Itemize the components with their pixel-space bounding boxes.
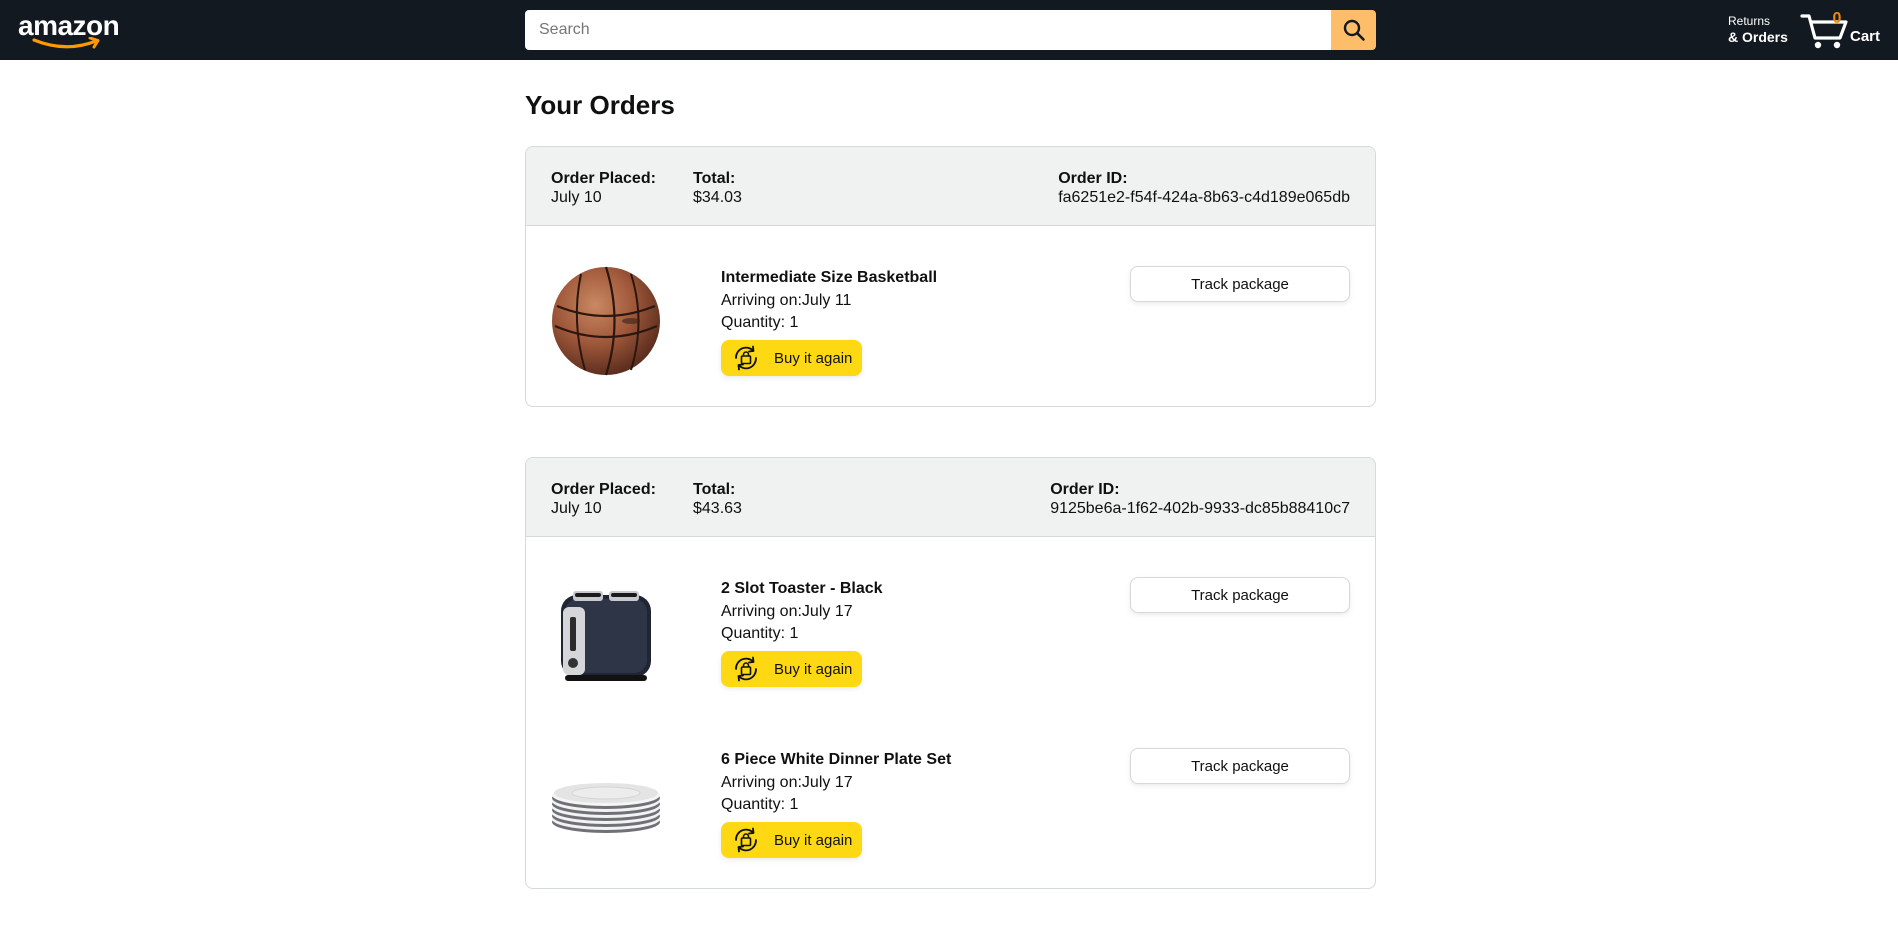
order-placed: Order Placed: July 10 xyxy=(551,170,656,206)
plates-image[interactable] xyxy=(551,747,661,859)
buy-again-button[interactable]: Buy it again xyxy=(721,651,862,687)
order-card: Order Placed: July 10 Total: $43.63 Orde… xyxy=(525,457,1376,889)
item-info: 6 Piece White Dinner Plate Set Arriving … xyxy=(721,748,951,858)
order-header: Order Placed: July 10 Total: $43.63 Orde… xyxy=(526,458,1375,537)
search-icon xyxy=(1343,19,1365,41)
search-input[interactable] xyxy=(525,10,1331,50)
basketball-image[interactable] xyxy=(551,265,661,377)
orders-label: & Orders xyxy=(1728,29,1788,45)
track-package-button[interactable]: Track package xyxy=(1130,748,1350,784)
search-bar xyxy=(525,10,1376,50)
order-date: July 10 xyxy=(551,189,602,206)
item-quantity: Quantity: 1 xyxy=(721,625,799,642)
arrival-date: Arriving on:July 17 xyxy=(721,603,853,620)
arrival-date: Arriving on:July 11 xyxy=(721,292,852,309)
orders-page: Your Orders Order Placed: July 10 Total:… xyxy=(525,60,1376,939)
order-id: Order ID: 9125be6a-1f62-402b-9933-dc85b8… xyxy=(1050,481,1350,517)
returns-label: Returns xyxy=(1728,14,1771,28)
order-total-value: $34.03 xyxy=(693,189,742,206)
order-placed: Order Placed: July 10 xyxy=(551,481,656,517)
item-quantity: Quantity: 1 xyxy=(721,314,799,331)
cart-link[interactable]: 0 Cart xyxy=(1800,8,1884,52)
order-total: Total: $34.03 xyxy=(693,170,742,206)
order-total-value: $43.63 xyxy=(693,500,742,517)
buy-again-icon xyxy=(731,654,761,684)
buy-again-icon xyxy=(731,825,761,855)
track-package-button[interactable]: Track package xyxy=(1130,577,1350,613)
order-header: Order Placed: July 10 Total: $34.03 Orde… xyxy=(526,147,1375,226)
track-package-button[interactable]: Track package xyxy=(1130,266,1350,302)
order-id-value: 9125be6a-1f62-402b-9933-dc85b88410c7 xyxy=(1050,500,1350,517)
top-nav-bar: amazon Returns & Orders 0 Cart xyxy=(0,0,1898,60)
order-items: 2 Slot Toaster - Black Arriving on:July … xyxy=(526,537,1375,888)
item-info: Intermediate Size Basketball Arriving on… xyxy=(721,266,937,376)
product-name[interactable]: 6 Piece White Dinner Plate Set xyxy=(721,748,951,772)
buy-again-icon xyxy=(731,343,761,373)
product-name[interactable]: 2 Slot Toaster - Black xyxy=(721,577,883,601)
item-quantity: Quantity: 1 xyxy=(721,796,799,813)
logo-smile-icon xyxy=(32,37,100,49)
order-id: Order ID: fa6251e2-f54f-424a-8b63-c4d189… xyxy=(1058,170,1350,206)
order-id-value: fa6251e2-f54f-424a-8b63-c4d189e065db xyxy=(1058,189,1350,206)
order-items: Intermediate Size Basketball Arriving on… xyxy=(526,226,1375,406)
order-item: Intermediate Size Basketball Arriving on… xyxy=(551,266,1350,376)
item-info: 2 Slot Toaster - Black Arriving on:July … xyxy=(721,577,883,687)
cart-count: 0 xyxy=(1832,10,1842,27)
order-date: July 10 xyxy=(551,500,602,517)
buy-again-button[interactable]: Buy it again xyxy=(721,822,862,858)
order-item: 2 Slot Toaster - Black Arriving on:July … xyxy=(551,577,1350,687)
toaster-image[interactable] xyxy=(551,576,661,688)
page-title: Your Orders xyxy=(525,90,675,120)
cart-label: Cart xyxy=(1850,28,1881,45)
returns-orders-link[interactable]: Returns & Orders xyxy=(1728,13,1788,45)
search-button[interactable] xyxy=(1331,10,1376,50)
amazon-logo[interactable]: amazon xyxy=(18,8,122,49)
arrival-date: Arriving on:July 17 xyxy=(721,774,853,791)
order-item: 6 Piece White Dinner Plate Set Arriving … xyxy=(551,748,1350,858)
product-name[interactable]: Intermediate Size Basketball xyxy=(721,266,937,290)
order-card: Order Placed: July 10 Total: $34.03 Orde… xyxy=(525,146,1376,407)
buy-again-button[interactable]: Buy it again xyxy=(721,340,862,376)
order-total: Total: $43.63 xyxy=(693,481,742,517)
